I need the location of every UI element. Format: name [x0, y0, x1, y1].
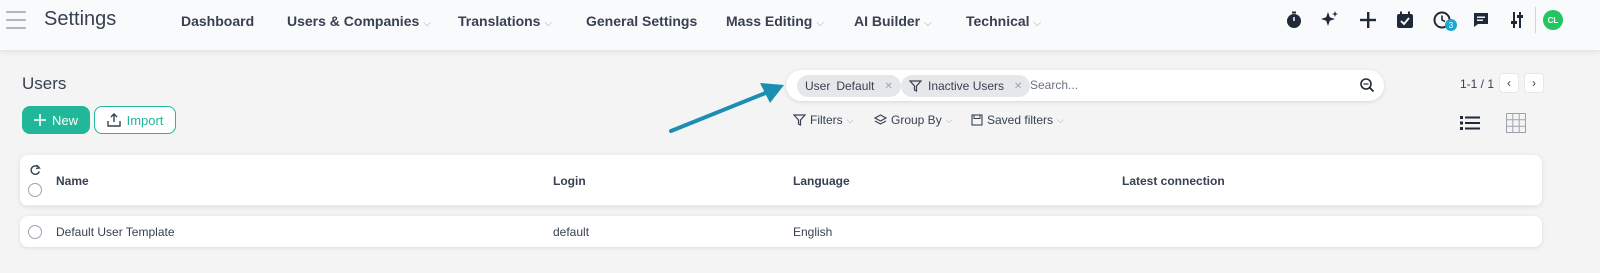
- user-avatar[interactable]: CL: [1543, 10, 1563, 30]
- app-menu-icon[interactable]: [6, 11, 26, 29]
- filter-icon: [909, 80, 922, 92]
- chevron-down-icon: ⌵: [846, 114, 854, 125]
- menu-users-companies[interactable]: Users & Companies ⌵: [287, 13, 431, 29]
- select-all-checkbox[interactable]: [28, 183, 42, 197]
- table-header-row: Name Login Language Latest connection: [20, 155, 1542, 206]
- breadcrumb-users: Users: [22, 74, 67, 93]
- sliders-icon[interactable]: [1506, 9, 1528, 31]
- menu-general-settings[interactable]: General Settings: [586, 13, 697, 29]
- chevron-down-icon: ⌵: [924, 18, 932, 29]
- filters-label: Filters: [810, 113, 843, 127]
- saved-filters-label: Saved filters: [987, 113, 1054, 127]
- chevron-down-icon: ⌵: [816, 18, 824, 29]
- group-by-label: Group By: [891, 113, 942, 127]
- new-button[interactable]: New: [22, 106, 90, 134]
- menu-ai-builder[interactable]: AI Builder ⌵: [854, 13, 932, 29]
- cell-login: default: [553, 225, 590, 239]
- new-button-label: New: [51, 112, 78, 128]
- menu-technical[interactable]: Technical ⌵: [966, 13, 1041, 29]
- menu-translations[interactable]: Translations ⌵: [458, 13, 552, 29]
- clock-icon[interactable]: 3: [1431, 9, 1457, 31]
- plus-icon: [33, 114, 46, 126]
- chevron-down-icon: ⌵: [544, 18, 553, 29]
- chevron-down-icon: ⌵: [423, 18, 431, 29]
- saved-filters-dropdown[interactable]: Saved filters ⌵: [971, 113, 1064, 127]
- chevron-down-icon: ⌵: [945, 114, 953, 125]
- plus-icon[interactable]: [1357, 9, 1379, 31]
- facet-inactive-users[interactable]: Inactive Users ✕: [901, 75, 1031, 97]
- table-row[interactable]: Default User Template default English: [20, 216, 1542, 247]
- list-view-icon[interactable]: [1459, 112, 1481, 134]
- row-checkbox[interactable]: [28, 225, 42, 239]
- column-header-latest-connection[interactable]: Latest connection: [1122, 174, 1225, 188]
- remove-facet-icon[interactable]: ✕: [1014, 81, 1022, 92]
- facet-value-label: Default: [836, 79, 875, 93]
- systray-divider: [1535, 7, 1536, 33]
- facet-value-label: Inactive Users: [928, 79, 1005, 93]
- chevron-down-icon: ⌵: [1033, 18, 1042, 29]
- app-title[interactable]: Settings: [44, 8, 116, 31]
- save-icon: [971, 114, 983, 126]
- filters-dropdown[interactable]: Filters ⌵: [793, 113, 854, 127]
- search-panel: User Default ✕ Inactive Users ✕: [786, 70, 1384, 101]
- chevron-right-icon: ›: [1532, 76, 1536, 90]
- layers-icon: [874, 114, 887, 125]
- pager-value[interactable]: 1-1 / 1: [1460, 77, 1494, 91]
- remove-facet-icon[interactable]: ✕: [884, 81, 892, 92]
- stopwatch-icon[interactable]: [1283, 9, 1305, 31]
- chevron-left-icon: ‹: [1507, 76, 1511, 90]
- chevron-down-icon: ⌵: [1057, 114, 1064, 125]
- top-navbar: Settings Dashboard Users & Companies ⌵ Tr…: [0, 0, 1600, 51]
- column-header-name[interactable]: Name: [56, 174, 89, 188]
- upload-icon: [106, 113, 121, 127]
- chat-icon[interactable]: [1470, 9, 1492, 31]
- cell-language: English: [793, 225, 833, 239]
- menu-dashboard[interactable]: Dashboard: [181, 13, 254, 29]
- search-input[interactable]: [1030, 78, 1350, 92]
- group-by-dropdown[interactable]: Group By ⌵: [874, 113, 953, 127]
- pager-previous-button[interactable]: ‹: [1499, 73, 1519, 93]
- facet-category-label: User: [805, 79, 831, 93]
- search-icon[interactable]: [1359, 77, 1375, 93]
- users-list-table: Name Login Language Latest connection: [20, 155, 1542, 206]
- refresh-icon[interactable]: [29, 164, 41, 176]
- column-header-language[interactable]: Language: [793, 174, 850, 188]
- import-button-label: Import: [126, 112, 164, 128]
- calendar-check-icon[interactable]: [1394, 9, 1416, 31]
- facet-user-default[interactable]: User Default ✕: [797, 75, 901, 97]
- cell-name[interactable]: Default User Template: [56, 225, 175, 239]
- column-header-login[interactable]: Login: [553, 174, 586, 188]
- import-button[interactable]: Import: [94, 106, 176, 134]
- kanban-grid-icon[interactable]: [1505, 112, 1527, 134]
- pager-next-button[interactable]: ›: [1524, 73, 1544, 93]
- activity-count-badge: 3: [1445, 19, 1457, 31]
- menu-mass-editing[interactable]: Mass Editing ⌵: [726, 13, 824, 29]
- filter-icon: [793, 114, 806, 126]
- sparkle-icon[interactable]: [1319, 9, 1341, 31]
